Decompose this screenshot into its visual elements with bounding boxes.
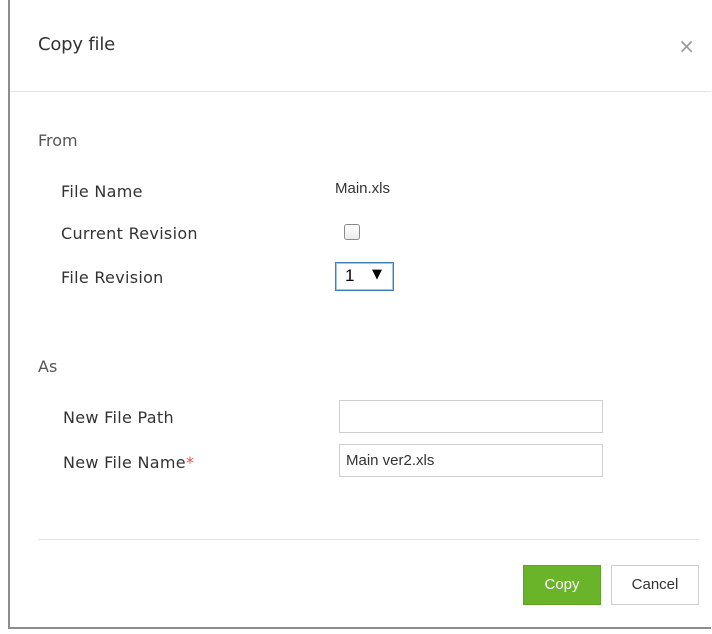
close-icon[interactable]: × bbox=[678, 36, 695, 56]
from-section-title: From bbox=[38, 131, 78, 150]
new-file-path-label: New File Path bbox=[63, 408, 174, 427]
chevron-down-icon: ▼ bbox=[372, 267, 382, 282]
file-name-label: File Name bbox=[61, 182, 143, 201]
new-file-name-label-text: New File Name bbox=[63, 453, 186, 472]
copy-button[interactable]: Copy bbox=[523, 565, 601, 605]
footer-divider bbox=[38, 539, 699, 540]
required-marker: * bbox=[185, 453, 195, 472]
new-file-path-input[interactable] bbox=[339, 400, 603, 433]
new-file-name-input[interactable] bbox=[339, 444, 603, 477]
current-revision-label: Current Revision bbox=[61, 224, 198, 243]
copy-file-dialog: Copy file × From File Name Main.xls Curr… bbox=[8, 0, 711, 629]
file-revision-selected-value: 1 bbox=[345, 266, 355, 285]
cancel-button[interactable]: Cancel bbox=[611, 565, 699, 605]
current-revision-checkbox[interactable] bbox=[344, 224, 360, 240]
file-name-value: Main.xls bbox=[335, 180, 391, 197]
new-file-name-label: New File Name* bbox=[63, 453, 194, 472]
dialog-header: Copy file × bbox=[10, 0, 711, 92]
dialog-title: Copy file bbox=[38, 34, 115, 55]
as-section-title: As bbox=[38, 357, 58, 376]
file-revision-label: File Revision bbox=[61, 268, 164, 287]
file-revision-select[interactable]: 1 ▼ bbox=[335, 262, 394, 291]
